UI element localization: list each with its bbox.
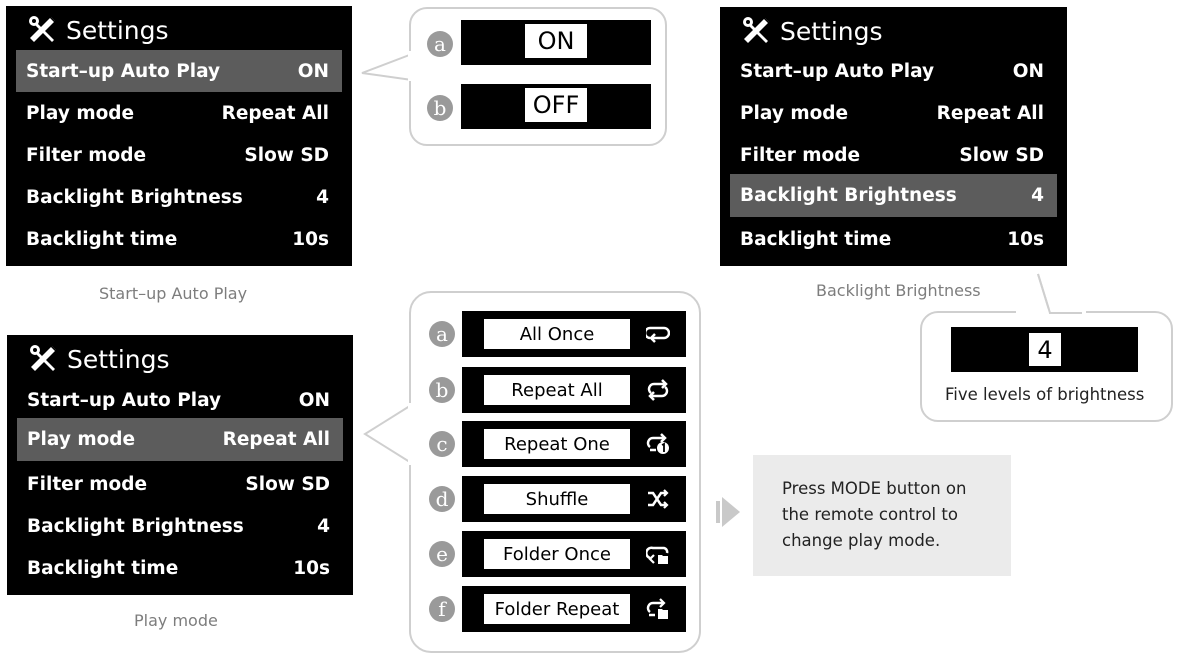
settings-screen-play-mode: Settings Start–up Auto Play ON Play mode…: [7, 335, 353, 595]
option-off-label: OFF: [525, 88, 587, 122]
brightness-value: 4: [1029, 333, 1061, 366]
option-off-bar[interactable]: OFF: [461, 84, 651, 129]
row-play-mode[interactable]: Play mode Repeat All: [730, 92, 1057, 134]
option-letter-a: a: [427, 31, 453, 57]
option-on-label: ON: [525, 24, 587, 58]
folder-once-icon: [646, 546, 669, 564]
row-filter-mode[interactable]: Filter mode Slow SD: [17, 463, 343, 505]
mode-option-shuffle[interactable]: Shuffle: [462, 476, 686, 522]
row-backlight-time[interactable]: Backlight time 10s: [17, 547, 343, 589]
row-filter-mode[interactable]: Filter mode Slow SD: [730, 134, 1057, 176]
row-backlight-brightness[interactable]: Backlight Brightness 4: [16, 176, 342, 218]
bubble-pointer: [361, 53, 413, 81]
mode-option-folder-repeat[interactable]: Folder Repeat: [462, 586, 686, 632]
mode-letter-f: f: [429, 596, 455, 622]
brightness-caption: Five levels of brightness: [945, 385, 1145, 404]
settings-title: Settings: [27, 343, 170, 375]
settings-screen-autoplay: Settings Start–up Auto Play ON Play mode…: [6, 6, 352, 266]
settings-tools-icon: [743, 17, 770, 43]
mode-letter-c: c: [429, 431, 455, 457]
mode-option-folder-once[interactable]: Folder Once: [462, 531, 686, 577]
option-on-bar[interactable]: ON: [461, 20, 651, 65]
row-play-mode[interactable]: Play mode Repeat All: [16, 92, 342, 134]
play-mode-note: Press MODE button on the remote control …: [753, 455, 1011, 576]
arrow-right-icon: [716, 497, 740, 527]
repeat-one-icon: [646, 433, 669, 454]
settings-tools-icon: [29, 16, 56, 42]
mode-letter-e: e: [429, 541, 455, 567]
caption-backlight-brightness: Backlight Brightness: [816, 281, 981, 300]
row-backlight-time[interactable]: Backlight time 10s: [730, 218, 1057, 260]
mode-letter-a: a: [429, 321, 455, 347]
brightness-value-bar[interactable]: 4: [951, 327, 1138, 372]
option-letter-b: b: [427, 95, 453, 121]
caption-startup-auto-play: Start–up Auto Play: [99, 284, 248, 303]
mode-option-repeat-one[interactable]: Repeat One: [462, 421, 686, 467]
row-startup-auto-play[interactable]: Start–up Auto Play ON: [730, 50, 1057, 92]
all-once-icon: [646, 326, 670, 343]
row-backlight-time[interactable]: Backlight time 10s: [16, 218, 342, 260]
row-backlight-brightness[interactable]: Backlight Brightness 4: [730, 174, 1057, 217]
row-startup-auto-play[interactable]: Start–up Auto Play ON: [16, 50, 342, 92]
caption-play-mode: Play mode: [134, 611, 218, 630]
settings-screen-brightness: Settings Start–up Auto Play ON Play mode…: [720, 7, 1067, 266]
row-backlight-brightness[interactable]: Backlight Brightness 4: [17, 505, 343, 547]
row-startup-auto-play[interactable]: Start–up Auto Play ON: [17, 379, 343, 421]
settings-tools-icon: [30, 345, 57, 371]
mode-option-all-once[interactable]: All Once: [462, 311, 686, 357]
folder-repeat-icon: [646, 598, 668, 619]
mode-letter-b: b: [429, 377, 455, 403]
settings-title: Settings: [26, 14, 169, 46]
repeat-all-icon: [647, 379, 669, 401]
mode-option-repeat-all[interactable]: Repeat All: [462, 367, 686, 413]
shuffle-icon: [648, 489, 669, 509]
mode-letter-d: d: [429, 486, 455, 512]
row-filter-mode[interactable]: Filter mode Slow SD: [16, 134, 342, 176]
row-play-mode[interactable]: Play mode Repeat All: [17, 418, 343, 461]
settings-title: Settings: [740, 15, 883, 47]
